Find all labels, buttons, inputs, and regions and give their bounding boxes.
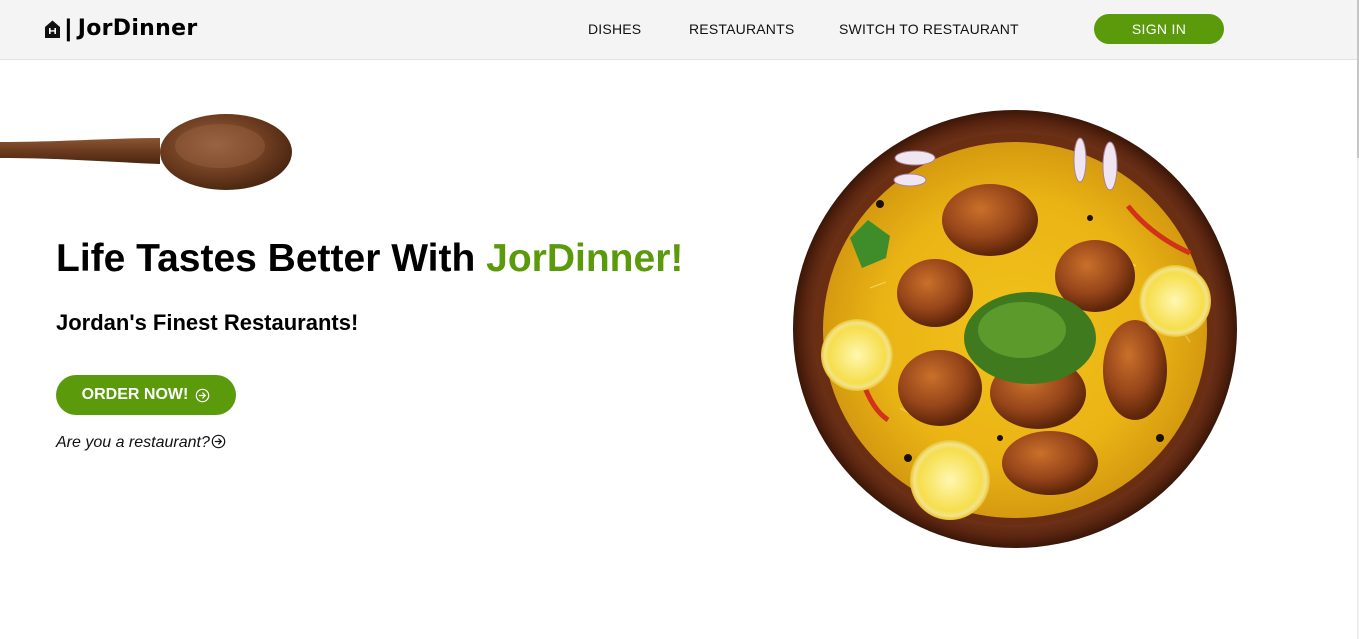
- hero-subheadline: Jordan's Finest Restaurants!: [56, 310, 359, 335]
- site-header: | JorDinner DISHES RESTAURANTS SWITCH TO…: [0, 0, 1357, 60]
- nav-switch-to-restaurant[interactable]: SWITCH TO RESTAURANT: [839, 21, 1019, 37]
- biryani-plate-image: [793, 110, 1237, 548]
- brand-logo[interactable]: | JorDinner: [44, 15, 197, 43]
- brand-name: JorDinner: [77, 16, 198, 41]
- headline-brand-accent: JorDinner!: [486, 237, 684, 280]
- order-now-label: ORDER NOW!: [81, 386, 189, 403]
- wooden-spoon-image: [0, 114, 292, 190]
- restaurant-signup-link[interactable]: Are you a restaurant?: [56, 433, 226, 453]
- headline-text: Life Tastes Better With: [56, 237, 487, 280]
- order-now-button[interactable]: ORDER NOW!: [56, 375, 236, 415]
- nav-restaurants[interactable]: RESTAURANTS: [689, 21, 794, 37]
- hero-headline: Life Tastes Better With JorDinner!: [56, 236, 683, 282]
- sign-in-button[interactable]: SIGN IN: [1094, 14, 1224, 44]
- arrow-circle-right-icon: [196, 388, 210, 402]
- arrow-circle-right-icon: [211, 434, 226, 448]
- nav-dishes[interactable]: DISHES: [588, 21, 641, 37]
- home-icon: [45, 20, 60, 38]
- brand-separator: |: [65, 15, 72, 42]
- restaurant-link-label: Are you a restaurant?: [56, 434, 210, 451]
